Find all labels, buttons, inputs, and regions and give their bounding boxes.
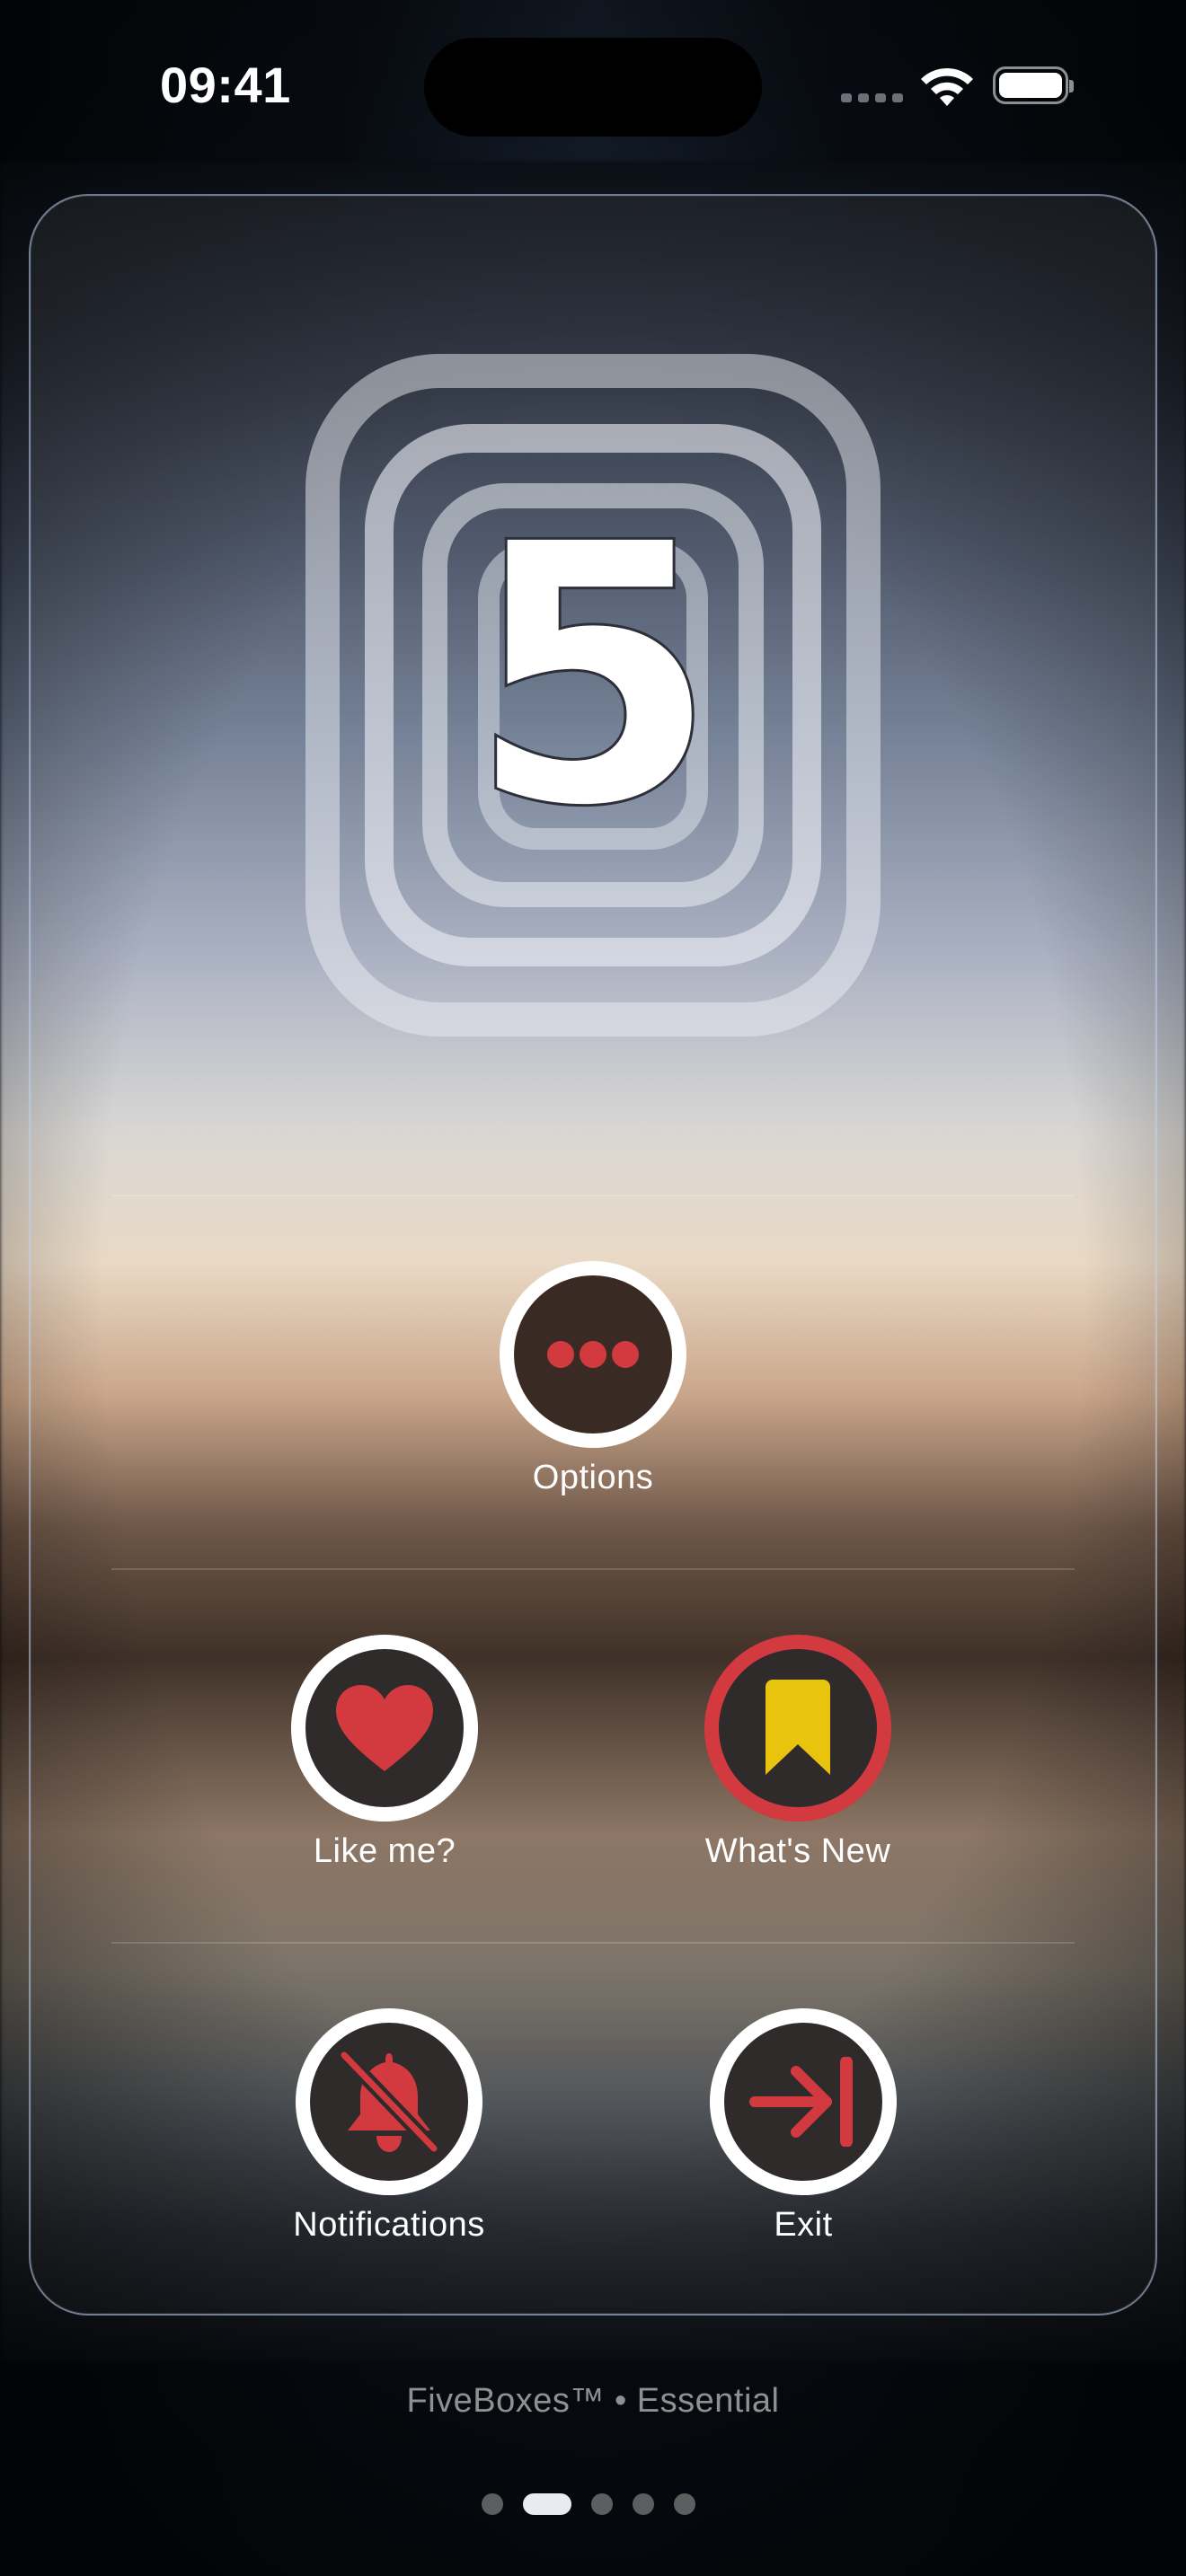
notifications-button[interactable]: Notifications: [254, 2008, 524, 2245]
app-logo: 5: [305, 354, 881, 1037]
exit-button[interactable]: Exit: [668, 2008, 938, 2245]
divider: [111, 1195, 1075, 1196]
page-dot[interactable]: [633, 2493, 654, 2515]
whats-new-button[interactable]: What's New: [663, 1635, 933, 1871]
status-time: 09:41: [160, 57, 291, 113]
ellipsis-icon: [539, 1337, 647, 1372]
divider: [111, 1568, 1075, 1570]
footer-brand: FiveBoxes™ • Essential: [406, 2382, 780, 2420]
options-label: Options: [532, 1459, 654, 1496]
whats-new-label: What's New: [704, 1832, 891, 1870]
page-dot[interactable]: [674, 2493, 695, 2515]
divider: [111, 1942, 1075, 1944]
exit-label: Exit: [774, 2206, 833, 2244]
like-label: Like me?: [313, 1832, 456, 1870]
bookmark-icon: [764, 1678, 832, 1778]
page-dot-active[interactable]: [523, 2493, 571, 2515]
heart-icon: [334, 1683, 435, 1773]
dynamic-island: [424, 38, 762, 137]
app-screen: 09:41 5 Options Like me? What's New Noti…: [0, 0, 1186, 2576]
page-control[interactable]: [482, 2493, 695, 2515]
notifications-label: Notifications: [293, 2206, 485, 2244]
wifi-icon: [918, 65, 976, 108]
bell-slash-icon: [337, 2048, 441, 2156]
logo-digit: 5: [466, 468, 719, 886]
page-dot[interactable]: [591, 2493, 613, 2515]
battery-icon: [993, 66, 1074, 104]
page-dot[interactable]: [482, 2493, 503, 2515]
like-button[interactable]: Like me?: [250, 1635, 519, 1871]
exit-arrow-icon: [749, 2057, 857, 2147]
options-button[interactable]: Options: [458, 1261, 728, 1497]
cellular-signal-icon: [841, 93, 903, 102]
